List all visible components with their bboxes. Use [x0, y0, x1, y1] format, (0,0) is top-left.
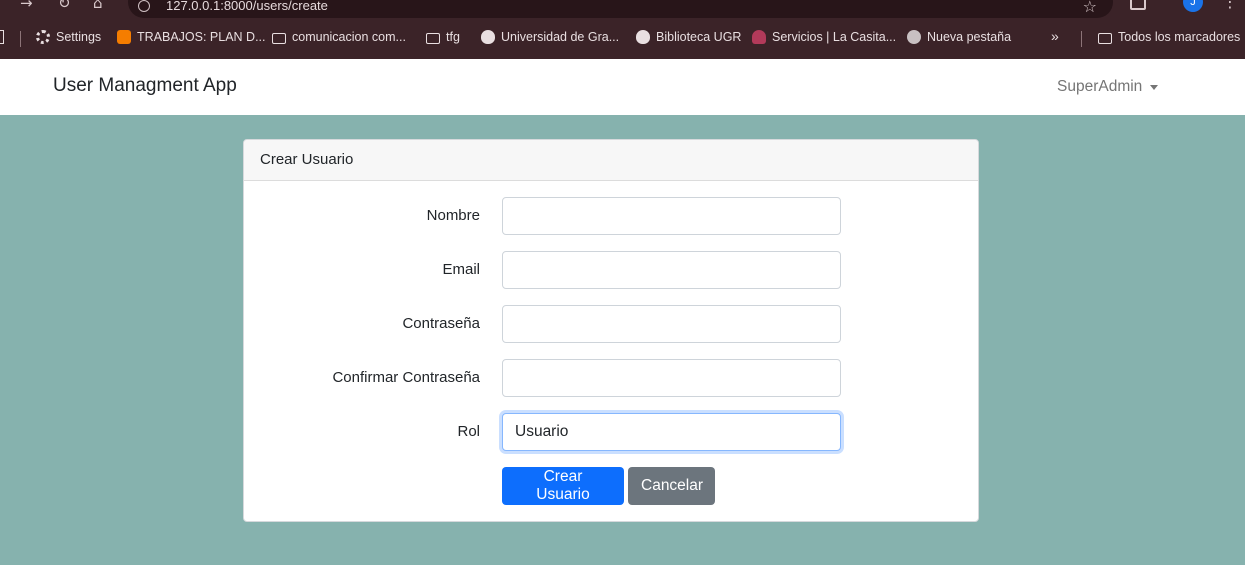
nombre-input[interactable]: [502, 197, 841, 235]
cloud-icon: [752, 30, 766, 44]
bookmark-label: TRABAJOS: PLAN D...: [137, 30, 266, 44]
bookmark-label: Todos los marcadores: [1118, 30, 1241, 44]
rol-label: Rol: [457, 423, 480, 440]
password-label: Contraseña: [402, 315, 480, 332]
confirm-password-label: Confirmar Contraseña: [332, 369, 480, 386]
create-user-button[interactable]: Crear Usuario: [502, 467, 624, 505]
browser-menu-icon[interactable]: ⋮: [1222, 0, 1238, 11]
bookmark-label: comunicacion com...: [292, 30, 406, 44]
user-menu-label: SuperAdmin: [1057, 78, 1143, 95]
bookmark-label: Servicios | La Casita...: [772, 30, 897, 44]
form-row-password: Contraseña: [244, 305, 978, 343]
ugr-shield-icon: [636, 30, 650, 44]
bookmarks-bar: Settings TRABAJOS: PLAN D... comunicacio…: [0, 18, 1245, 59]
site-info-icon[interactable]: [138, 0, 150, 12]
folder-icon: [426, 32, 440, 44]
form-row-confirm-password: Confirmar Contraseña: [244, 359, 978, 397]
create-user-card: Crear Usuario Nombre Email Contraseña Co…: [243, 139, 979, 522]
form-row-rol: Rol Usuario: [244, 413, 978, 451]
form-row-email: Email: [244, 251, 978, 289]
nombre-label: Nombre: [426, 207, 480, 224]
email-input[interactable]: [502, 251, 841, 289]
bookmark-label: Nueva pestaña: [927, 30, 1012, 44]
card-title: Crear Usuario: [260, 151, 354, 168]
bookmark-label: tfg: [446, 30, 460, 44]
card-header: Crear Usuario: [244, 140, 978, 181]
bookmark-separator: [20, 31, 21, 47]
bookmark-label: Universidad de Gra...: [501, 30, 620, 44]
apps-icon[interactable]: [0, 30, 4, 44]
blogger-icon: [117, 30, 131, 44]
reload-icon[interactable]: ↻: [58, 0, 71, 12]
bookmark-settings[interactable]: Settings: [36, 30, 101, 44]
browser-toolbar: → ↻ ⌂ 127.0.0.1:8000/users/create ☆ J ⋮: [0, 0, 1245, 18]
bookmark-biblioteca[interactable]: Biblioteca UGR: [636, 30, 741, 44]
ugr-shield-icon: [481, 30, 495, 44]
bookmark-star-icon[interactable]: ☆: [1083, 0, 1097, 16]
globe-icon: [907, 30, 921, 44]
bookmark-all[interactable]: Todos los marcadores: [1098, 30, 1240, 44]
app-navbar: User Managment App SuperAdmin: [0, 59, 1245, 115]
bookmark-tfg[interactable]: tfg: [426, 30, 460, 44]
folder-icon: [272, 32, 286, 44]
bookmark-label: Settings: [56, 30, 102, 44]
extensions-icon[interactable]: [1130, 0, 1146, 10]
url-text[interactable]: 127.0.0.1:8000/users/create: [166, 0, 328, 13]
bookmark-label: Biblioteca UGR: [656, 30, 742, 44]
password-input[interactable]: [502, 305, 841, 343]
bookmark-universidad[interactable]: Universidad de Gra...: [481, 30, 619, 44]
confirm-password-input[interactable]: [502, 359, 841, 397]
cancel-button[interactable]: Cancelar: [628, 467, 715, 505]
bookmark-trabajos[interactable]: TRABAJOS: PLAN D...: [117, 30, 266, 44]
folder-icon: [1098, 32, 1112, 44]
rol-select[interactable]: Usuario: [502, 413, 841, 451]
bookmark-comunicacion[interactable]: comunicacion com...: [272, 30, 406, 44]
bookmark-nueva-pestana[interactable]: Nueva pestaña: [907, 30, 1011, 44]
bookmark-separator: [1081, 31, 1082, 47]
user-menu-dropdown[interactable]: SuperAdmin: [1057, 78, 1159, 96]
profile-avatar[interactable]: J: [1183, 0, 1203, 12]
home-icon[interactable]: ⌂: [93, 0, 103, 12]
chevron-double-right-icon[interactable]: »: [1051, 28, 1059, 44]
gear-icon: [36, 30, 50, 44]
bookmark-servicios[interactable]: Servicios | La Casita...: [752, 30, 896, 44]
form-row-nombre: Nombre: [244, 197, 978, 235]
app-brand[interactable]: User Managment App: [53, 75, 237, 97]
email-label: Email: [442, 261, 480, 278]
caret-down-icon: [1150, 84, 1159, 90]
address-bar[interactable]: 127.0.0.1:8000/users/create ☆: [128, 0, 1113, 18]
forward-icon[interactable]: →: [20, 0, 33, 12]
